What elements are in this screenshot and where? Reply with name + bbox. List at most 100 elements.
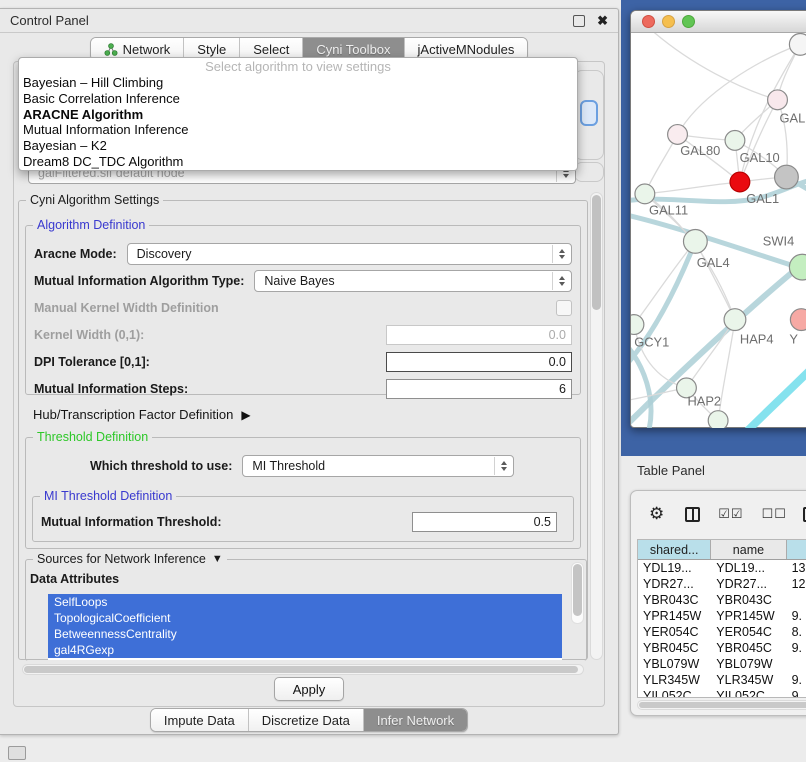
algorithm-dropdown-prompt: Select algorithm to view settings	[19, 58, 577, 75]
network-node-gray[interactable]	[775, 165, 799, 189]
list-item[interactable]: TopologicalCoefficient	[48, 610, 562, 626]
node-label: GCY1	[634, 334, 669, 349]
cell: YBL079W	[711, 656, 786, 672]
dpi-tolerance-field[interactable]: 0.0	[386, 352, 572, 372]
zoom-traffic-light-icon[interactable]	[682, 15, 695, 28]
dropdown-item-bayesian-hill-climbing[interactable]: Bayesian – Hill Climbing	[19, 75, 577, 91]
attributes-scrollbar[interactable]	[571, 562, 584, 624]
collapse-arrow-icon[interactable]: ▼	[212, 552, 223, 566]
dropdown-item-mutual-information[interactable]: Mutual Information Inference	[19, 122, 577, 138]
manual-kernel-checkbox[interactable]	[556, 300, 572, 316]
column-header-shared-name[interactable]: shared...	[638, 540, 711, 559]
network-node-gal4[interactable]	[683, 230, 707, 254]
dropdown-item-basic-correlation[interactable]: Basic Correlation Inference	[19, 91, 577, 107]
table-row[interactable]: YLR345WYLR345W9.	[638, 672, 806, 688]
cell	[787, 656, 806, 672]
cell: 9.	[787, 672, 806, 688]
aracne-mode-value: Discovery	[137, 247, 192, 261]
table-row[interactable]: YBL079WYBL079W	[638, 656, 806, 672]
mi-type-combo[interactable]: Naive Bayes	[254, 270, 572, 292]
dropdown-item-bayesian-k2[interactable]: Bayesian – K2	[19, 138, 577, 154]
column-header-cut[interactable]	[787, 540, 806, 559]
settings-hscroll-thumb[interactable]	[24, 666, 578, 673]
tab-jactivemnodules-label: jActiveMNodules	[418, 42, 515, 57]
cell: YLR345W	[638, 672, 711, 688]
node-label: GAL11	[649, 203, 688, 218]
apply-button[interactable]: Apply	[274, 677, 344, 701]
node-label: Y	[789, 331, 798, 346]
minimize-traffic-light-icon[interactable]	[662, 15, 675, 28]
list-item[interactable]: BetweennessCentrality	[48, 626, 562, 642]
float-window-icon[interactable]	[573, 15, 585, 27]
checked-columns-icon[interactable]: ☑☑	[718, 506, 743, 522]
network-node-hap4[interactable]	[724, 309, 746, 331]
cyni-algorithm-settings-title: Cyni Algorithm Settings	[26, 193, 163, 207]
kernel-width-field[interactable]: 0.0	[386, 325, 572, 345]
network-node-y-cut[interactable]	[790, 309, 806, 331]
table-horizontal-scrollbar[interactable]	[637, 700, 806, 710]
which-threshold-combo[interactable]: MI Threshold	[242, 455, 514, 477]
cell: YER054C	[638, 624, 711, 640]
gear-icon[interactable]: ⚙	[649, 505, 664, 523]
network-node-gal11[interactable]	[635, 184, 655, 204]
table-row[interactable]: YIL052CYIL052C9.	[638, 688, 806, 698]
tab-impute-data-label: Impute Data	[164, 713, 235, 728]
close-icon[interactable]: ✖	[597, 16, 608, 26]
network-node-gal10[interactable]	[725, 131, 745, 151]
network-canvas[interactable]: GAL GAL80 GAL10 GAL1 GAL11 GAL4 SWI4 GCY…	[631, 33, 806, 428]
network-node-gal80[interactable]	[668, 125, 688, 145]
hub-definition-expander[interactable]: Hub/Transcription Factor Definition ▶	[33, 407, 251, 422]
table-row[interactable]: YDL19...YDL19...13	[638, 560, 806, 576]
table-panel-title: Table Panel	[637, 463, 705, 478]
dropdown-item-aracne[interactable]: ARACNE Algorithm	[19, 107, 577, 123]
mi-threshold-value: 0.5	[534, 515, 551, 529]
list-item[interactable]: gal4RGexp	[48, 642, 562, 658]
table-row[interactable]: YDR27...YDR27...12	[638, 576, 806, 592]
table-row[interactable]: YER054CYER054C8.	[638, 624, 806, 640]
network-node-gal-cut[interactable]	[768, 90, 788, 110]
attributes-scrollbar-thumb[interactable]	[573, 564, 582, 616]
tab-discretize-data[interactable]: Discretize Data	[249, 709, 364, 731]
algorithm-definition-title: Algorithm Definition	[33, 218, 149, 232]
collapsed-panel-grip[interactable]	[8, 746, 26, 760]
network-node-gcy1[interactable]	[631, 315, 644, 335]
mi-steps-field[interactable]: 6	[386, 379, 572, 399]
column-header-name[interactable]: name	[711, 540, 786, 559]
list-item[interactable]: SelfLoops	[48, 594, 562, 610]
table-hscroll-thumb[interactable]	[639, 702, 806, 708]
network-node-cut[interactable]	[789, 33, 806, 55]
table-row[interactable]: YPR145WYPR145W9.	[638, 608, 806, 624]
mi-threshold-label: Mutual Information Threshold:	[41, 515, 222, 529]
mi-threshold-group-title: MI Threshold Definition	[40, 489, 176, 503]
network-nodes	[631, 33, 806, 428]
settings-vscroll-thumb[interactable]	[592, 195, 601, 310]
manual-kernel-label: Manual Kernel Width Definition	[34, 301, 219, 315]
node-label: GAL10	[740, 150, 780, 165]
cell: YBR045C	[638, 640, 711, 656]
network-node-bottom-cut[interactable]	[708, 411, 728, 428]
network-node-gal1-selected[interactable]	[730, 172, 750, 192]
settings-vertical-scrollbar[interactable]	[590, 192, 603, 660]
table-row[interactable]: YBR043CYBR043C	[638, 592, 806, 608]
aracne-mode-combo[interactable]: Discovery	[127, 243, 572, 265]
kernel-width-label: Kernel Width (0,1):	[34, 328, 144, 342]
mi-threshold-field[interactable]: 0.5	[412, 512, 557, 532]
node-label: GAL4	[697, 255, 730, 270]
data-attributes-list: SelfLoops TopologicalCoefficient Between…	[48, 594, 562, 660]
tab-impute-data[interactable]: Impute Data	[151, 709, 249, 731]
table-row[interactable]: YBR045CYBR045C9.	[638, 640, 806, 656]
mi-steps-value: 6	[559, 382, 566, 396]
cell: 9.	[787, 608, 806, 624]
threshold-definition-group: Threshold Definition Which threshold to …	[25, 437, 581, 549]
settings-horizontal-scrollbar[interactable]	[22, 664, 584, 675]
threshold-definition-title: Threshold Definition	[33, 430, 152, 444]
split-view-icon[interactable]	[685, 507, 700, 522]
dropdown-item-dream8[interactable]: Dream8 DC_TDC Algorithm	[19, 154, 577, 170]
close-traffic-light-icon[interactable]	[642, 15, 655, 28]
unchecked-columns-icon[interactable]: ☐☐	[762, 506, 787, 522]
tab-infer-network[interactable]: Infer Network	[364, 709, 467, 731]
tab-style-label: Style	[197, 42, 226, 57]
sources-title-text: Sources for Network Inference	[37, 552, 206, 566]
cell: YER054C	[711, 624, 786, 640]
sources-group: Sources for Network Inference▼ Data Attr…	[25, 559, 587, 661]
